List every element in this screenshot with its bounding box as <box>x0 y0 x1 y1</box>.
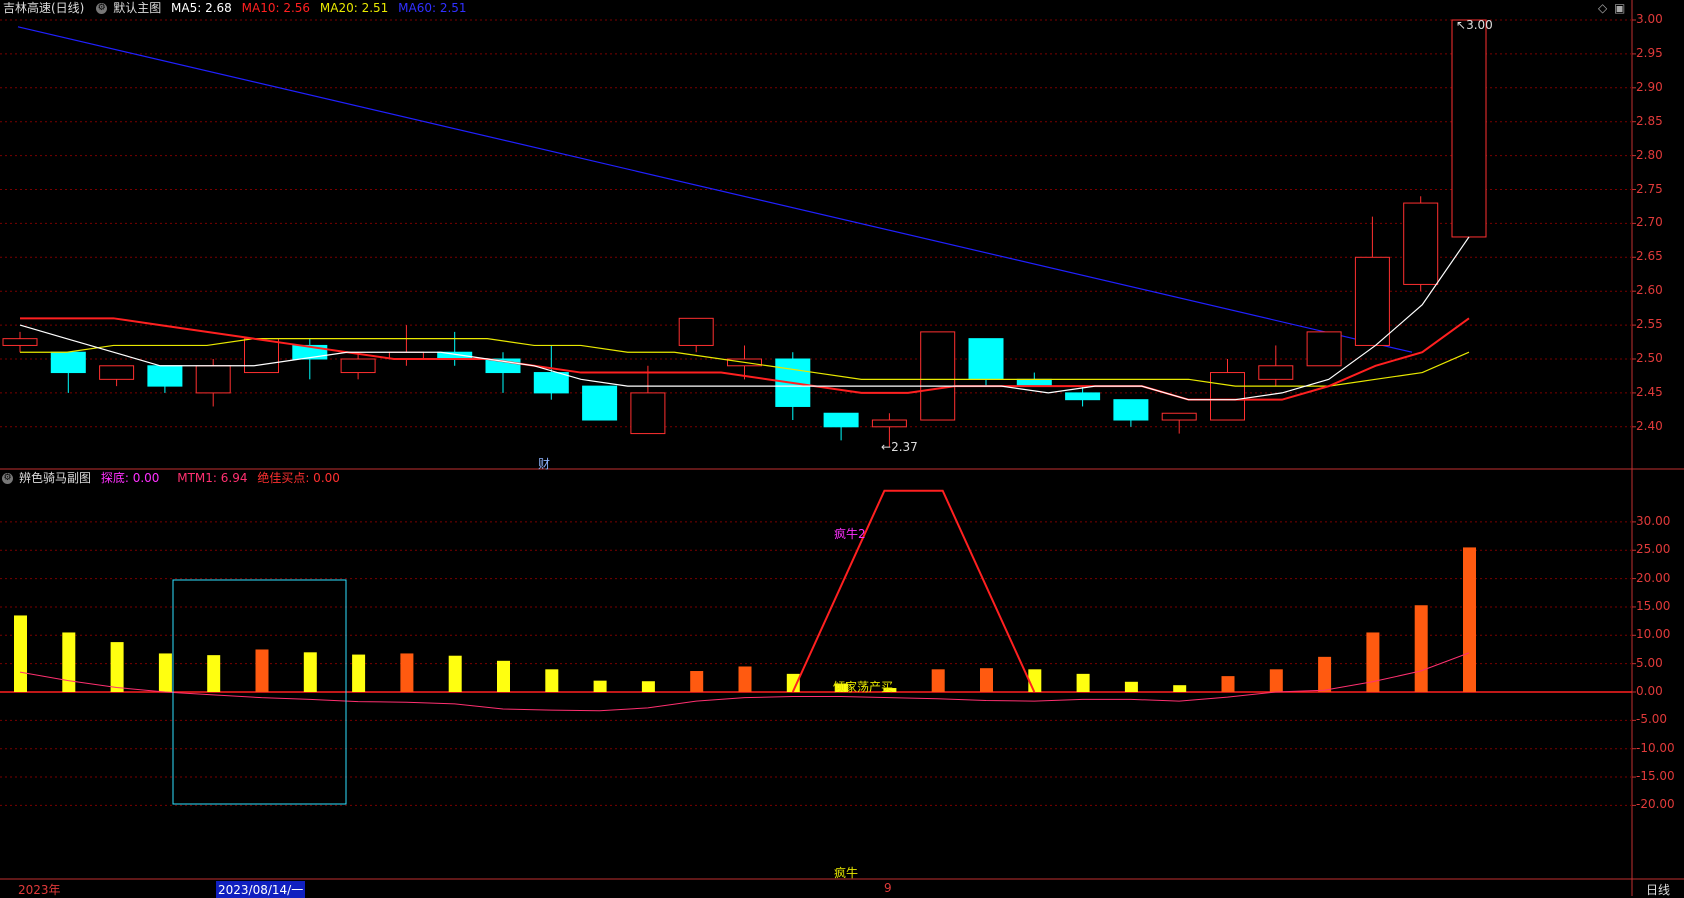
candle-body <box>195 365 231 394</box>
finance-marker[interactable]: 财 <box>538 455 550 472</box>
fengniu-label: 疯牛 <box>834 866 859 880</box>
indicator-bar <box>641 681 655 692</box>
indicator-bar <box>400 653 414 692</box>
price-tick-label: 2.70 <box>1636 215 1663 230</box>
indicator-bar <box>158 653 172 692</box>
candle-body <box>1065 392 1101 401</box>
indicator-bar <box>980 668 993 692</box>
sub-tick-label: 15.00 <box>1636 598 1671 613</box>
indicator-bar <box>738 666 752 692</box>
price-tick-label: 2.60 <box>1636 283 1663 298</box>
year-label: 2023年 <box>18 883 61 897</box>
candle-body <box>871 419 907 428</box>
fengniu2-label: 疯牛2 <box>834 527 866 541</box>
sub-tick-label: 0.00 <box>1636 684 1663 698</box>
candle-body <box>1016 378 1052 387</box>
sub-tick-label: 5.00 <box>1636 655 1663 670</box>
candle-body <box>630 392 666 435</box>
sub-tick-label: 20.00 <box>1636 570 1671 585</box>
indicator-bar <box>207 655 221 692</box>
candle-body <box>1306 331 1342 367</box>
indicator-bar <box>1366 632 1380 692</box>
candle-body <box>1451 19 1487 238</box>
sub-tick-label: 10.00 <box>1636 627 1671 642</box>
price-tick-label: 3.00 <box>1636 12 1663 26</box>
indicator-bar <box>255 649 269 692</box>
price-tick-label: 2.55 <box>1636 317 1663 332</box>
sub-tick-label: 25.00 <box>1636 542 1671 557</box>
candle-body <box>1354 256 1390 346</box>
indicator-bar <box>545 669 559 692</box>
sub-tick-label: -15.00 <box>1636 769 1675 784</box>
price-tick-label: 2.90 <box>1636 79 1663 94</box>
candle-body <box>1210 372 1245 421</box>
candle-body <box>2 338 38 346</box>
price-tick-label: 2.40 <box>1636 418 1663 433</box>
indicator-bar <box>1124 681 1138 692</box>
indicator-bar <box>1028 669 1042 692</box>
indicator-bar <box>1173 685 1187 692</box>
candle-body <box>147 365 183 387</box>
candle-body <box>340 358 376 374</box>
price-tick-label: 2.50 <box>1636 351 1663 365</box>
candle-body <box>1258 365 1294 380</box>
sub-tick-label: 30.00 <box>1636 513 1671 528</box>
sub-tick-label: -10.00 <box>1636 740 1675 755</box>
qingjia-label: 倾家荡产买 <box>833 680 894 694</box>
indicator-bar <box>1463 547 1476 692</box>
indicator-bar <box>14 615 27 692</box>
price-tick-label: 2.75 <box>1636 181 1663 196</box>
candle-body <box>678 317 714 346</box>
low-price-annotation: ←2.37 <box>881 440 918 454</box>
indicator-bar <box>1414 605 1428 692</box>
indicator-bar <box>1318 656 1332 692</box>
price-tick-label: 2.85 <box>1636 113 1663 128</box>
indicator-bar <box>352 654 366 692</box>
candle-body <box>968 338 1004 380</box>
indicator-bar <box>303 652 317 692</box>
ma60-line <box>17 26 1413 353</box>
indicator-bar <box>931 669 945 692</box>
month-mark: 9 <box>884 881 892 895</box>
indicator-bar <box>1269 669 1283 692</box>
period-button[interactable]: 日线 <box>1646 881 1670 898</box>
indicator-bar <box>690 671 704 692</box>
candle-body <box>920 331 956 421</box>
candle-body <box>823 412 859 428</box>
indicator-bar <box>1076 673 1090 692</box>
price-tick-label: 2.65 <box>1636 249 1663 264</box>
candle-body <box>1113 399 1149 421</box>
candle-body <box>388 351 424 360</box>
sub-tick-label: -5.00 <box>1636 712 1668 727</box>
indicator-bar <box>448 655 462 692</box>
candle-body <box>99 365 135 380</box>
indicator-bar <box>593 680 607 692</box>
price-tick-label: 2.45 <box>1636 384 1663 399</box>
chart-canvas[interactable] <box>0 0 1684 896</box>
candle-body <box>1161 412 1197 421</box>
candle-body <box>533 372 569 394</box>
price-tick-label: 2.95 <box>1636 45 1663 60</box>
candle-body <box>244 338 279 374</box>
candle-body <box>1403 202 1439 285</box>
indicator-bar <box>110 642 124 692</box>
date-cursor-label: 2023/08/14/一 <box>216 881 306 898</box>
indicator-bar <box>1221 676 1235 692</box>
candle-body <box>582 385 618 421</box>
indicator-bar <box>497 660 510 692</box>
price-tick-label: 2.80 <box>1636 147 1663 162</box>
fengniu2-line <box>791 489 1036 693</box>
high-price-annotation: ↖3.00 <box>1456 18 1493 32</box>
sub-tick-label: -20.00 <box>1636 797 1675 812</box>
candle-body <box>50 351 86 374</box>
indicator-bar <box>62 632 76 692</box>
